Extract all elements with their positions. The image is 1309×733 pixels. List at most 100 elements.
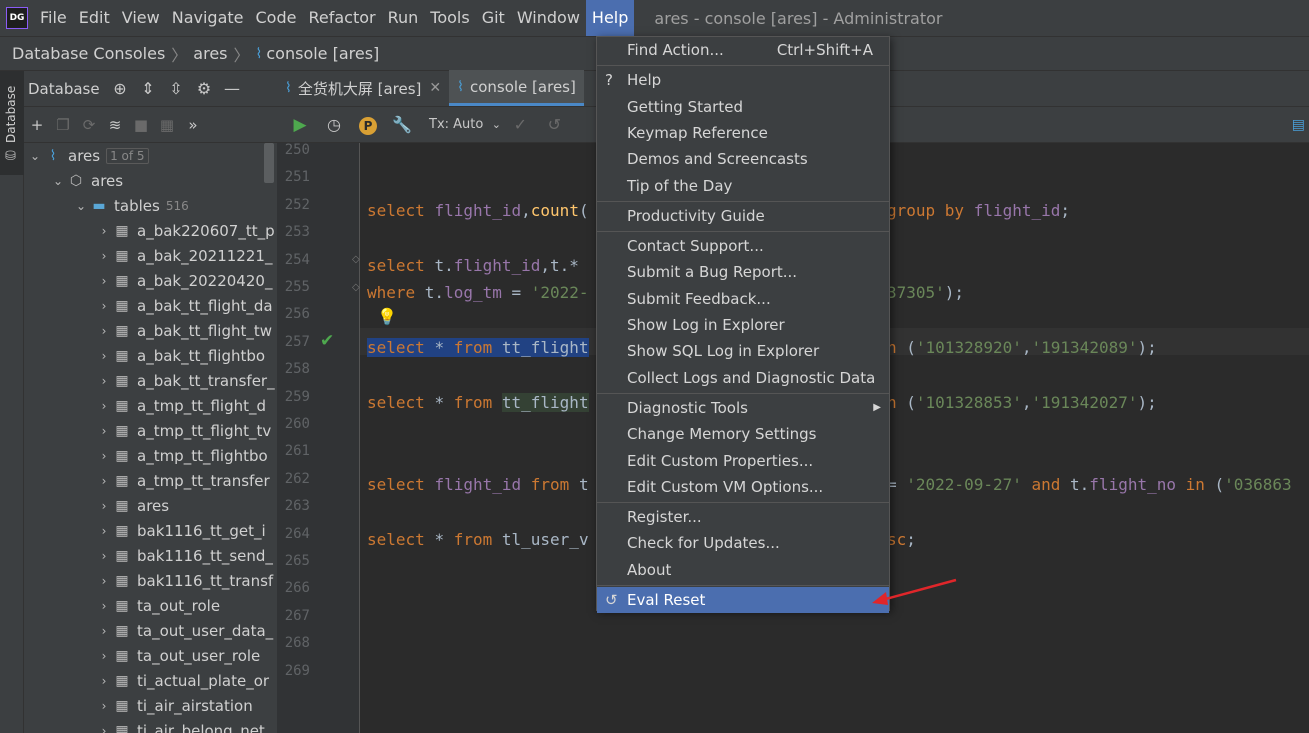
chevron-right-icon[interactable]: › bbox=[97, 324, 111, 338]
tab-console[interactable]: ⌇ console [ares] bbox=[449, 70, 584, 106]
chevron-down-icon[interactable]: ⌄ bbox=[51, 174, 65, 188]
menu-item-find-action[interactable]: Find Action... Ctrl+Shift+A bbox=[597, 37, 889, 63]
fold-icon[interactable]: ◇ bbox=[352, 254, 360, 265]
tree-item-table[interactable]: › ▦ a_bak_tt_flight_da bbox=[24, 293, 277, 318]
menu-item-eval-reset[interactable]: ↺ Eval Reset bbox=[597, 587, 889, 613]
menu-item-register[interactable]: Register... bbox=[597, 504, 889, 530]
tab-dashboard-console[interactable]: ⌇ 全货机大屏 [ares] ✕ bbox=[277, 70, 449, 106]
chevron-right-icon[interactable]: › bbox=[97, 549, 111, 563]
table-editor-icon[interactable]: ▦ bbox=[154, 116, 180, 134]
menu-item-change-memory-settings[interactable]: Change Memory Settings bbox=[597, 421, 889, 447]
chevron-right-icon[interactable]: › bbox=[97, 249, 111, 263]
menu-view[interactable]: View bbox=[116, 0, 166, 36]
menu-tools[interactable]: Tools bbox=[424, 0, 475, 36]
chevron-right-icon[interactable]: › bbox=[97, 724, 111, 733]
menu-item-edit-custom-properties[interactable]: Edit Custom Properties... bbox=[597, 448, 889, 474]
tree-item-table[interactable]: › ▦ ares bbox=[24, 493, 277, 518]
schema-icon[interactable]: ≋ bbox=[102, 116, 128, 134]
menu-item-help[interactable]: ? Help bbox=[597, 67, 889, 93]
tree-item-table[interactable]: › ▦ a_bak220607_tt_p bbox=[24, 218, 277, 243]
tx-mode-select[interactable]: Tx: Auto bbox=[429, 117, 483, 132]
minimize-icon[interactable]: — bbox=[218, 79, 246, 98]
menu-item-about[interactable]: About bbox=[597, 557, 889, 583]
chevron-down-icon[interactable]: ⌄ bbox=[28, 149, 42, 163]
tree-item-table[interactable]: › ▦ a_tmp_tt_transfer bbox=[24, 468, 277, 493]
chevron-down-icon[interactable]: ⌄ bbox=[74, 199, 88, 213]
chevron-right-icon[interactable]: › bbox=[97, 349, 111, 363]
menu-window[interactable]: Window bbox=[511, 0, 586, 36]
copy-icon[interactable]: ❐ bbox=[50, 116, 76, 134]
stop-icon[interactable]: ■ bbox=[128, 116, 154, 134]
chevron-right-icon[interactable]: › bbox=[97, 599, 111, 613]
menu-item-edit-custom-vm-options[interactable]: Edit Custom VM Options... bbox=[597, 474, 889, 500]
tree-item-table[interactable]: › ▦ ti_air_airstation bbox=[24, 693, 277, 718]
tree-item-table[interactable]: › ▦ a_tmp_tt_flight_d bbox=[24, 393, 277, 418]
menu-edit[interactable]: Edit bbox=[73, 0, 116, 36]
collapse-all-icon[interactable]: ⇳ bbox=[162, 79, 190, 98]
layout-icon[interactable]: ▤ bbox=[1292, 117, 1305, 133]
menu-item-submit-feedback[interactable]: Submit Feedback... bbox=[597, 286, 889, 312]
rollback-icon[interactable]: ↺ bbox=[537, 115, 571, 134]
menu-item-tip-of-the-day[interactable]: Tip of the Day bbox=[597, 173, 889, 199]
menu-item-show-sql-log-in-explorer[interactable]: Show SQL Log in Explorer bbox=[597, 338, 889, 364]
menu-git[interactable]: Git bbox=[476, 0, 511, 36]
tree-item-table[interactable]: › ▦ a_bak_tt_flight_tw bbox=[24, 318, 277, 343]
history-icon[interactable]: ◷ bbox=[317, 115, 351, 134]
menu-item-diagnostic-tools[interactable]: Diagnostic Tools ▶ bbox=[597, 395, 889, 421]
tree-item-schema[interactable]: ⌄ ⬡ ares bbox=[24, 168, 277, 193]
menu-refactor[interactable]: Refactor bbox=[302, 0, 381, 36]
menu-item-keymap-reference[interactable]: Keymap Reference bbox=[597, 120, 889, 146]
menu-file[interactable]: File bbox=[34, 0, 73, 36]
menu-item-collect-logs-and-diagnostic-data[interactable]: Collect Logs and Diagnostic Data bbox=[597, 365, 889, 391]
tree-item-table[interactable]: › ▦ ti_air_belong_net bbox=[24, 718, 277, 733]
tree-item-datasource[interactable]: ⌄ ⌇ ares 1 of 5 bbox=[24, 143, 277, 168]
menu-item-demos-and-screencasts[interactable]: Demos and Screencasts bbox=[597, 146, 889, 172]
tree-item-folder[interactable]: ⌄ ▬ tables 516 bbox=[24, 193, 277, 218]
tree-scrollbar[interactable] bbox=[264, 143, 274, 183]
close-icon[interactable]: ✕ bbox=[429, 80, 441, 96]
chevron-right-icon[interactable]: › bbox=[97, 674, 111, 688]
menu-item-submit-a-bug-report[interactable]: Submit a Bug Report... bbox=[597, 259, 889, 285]
tree-item-table[interactable]: › ▦ bak1116_tt_get_i bbox=[24, 518, 277, 543]
menu-code[interactable]: Code bbox=[250, 0, 303, 36]
chevron-right-icon[interactable]: › bbox=[97, 299, 111, 313]
expand-all-icon[interactable]: ⇕ bbox=[134, 79, 162, 98]
fold-icon[interactable]: ◇ bbox=[352, 282, 360, 293]
chevron-right-icon[interactable]: › bbox=[97, 499, 111, 513]
menu-item-check-for-updates[interactable]: Check for Updates... bbox=[597, 530, 889, 556]
chevron-right-icon[interactable]: › bbox=[97, 224, 111, 238]
tree-item-table[interactable]: › ▦ a_bak_20211221_ bbox=[24, 243, 277, 268]
chevron-right-icon[interactable]: › bbox=[97, 274, 111, 288]
tree-item-table[interactable]: › ▦ ta_out_role bbox=[24, 593, 277, 618]
menu-item-productivity-guide[interactable]: Productivity Guide bbox=[597, 203, 889, 229]
chevron-right-icon[interactable]: › bbox=[97, 624, 111, 638]
add-icon[interactable]: + bbox=[24, 116, 50, 134]
chevron-down-icon[interactable]: ⌄ bbox=[489, 118, 503, 131]
database-tool-button[interactable]: Database ⛁ bbox=[0, 71, 24, 175]
menu-item-show-log-in-explorer[interactable]: Show Log in Explorer bbox=[597, 312, 889, 338]
menu-run[interactable]: Run bbox=[382, 0, 425, 36]
wrench-icon[interactable]: 🔧 bbox=[385, 115, 419, 134]
chevron-right-icon[interactable]: › bbox=[97, 424, 111, 438]
tree-item-table[interactable]: › ▦ ta_out_user_role bbox=[24, 643, 277, 668]
tree-item-table[interactable]: › ▦ a_tmp_tt_flightbo bbox=[24, 443, 277, 468]
chevron-right-icon[interactable]: › bbox=[97, 474, 111, 488]
chevron-right-icon[interactable]: › bbox=[97, 399, 111, 413]
chevron-right-icon[interactable]: › bbox=[97, 699, 111, 713]
tree-item-table[interactable]: › ▦ ti_actual_plate_or bbox=[24, 668, 277, 693]
lightbulb-icon[interactable]: 💡 bbox=[377, 307, 397, 326]
breadcrumb-item-ares[interactable]: ares bbox=[193, 44, 227, 63]
tree-item-table[interactable]: › ▦ bak1116_tt_send_ bbox=[24, 543, 277, 568]
tree-item-table[interactable]: › ▦ ta_out_user_data_ bbox=[24, 618, 277, 643]
chevron-right-icon[interactable]: › bbox=[97, 449, 111, 463]
chevron-right-icon[interactable]: › bbox=[97, 524, 111, 538]
locate-icon[interactable]: ⊕ bbox=[106, 79, 134, 98]
tree-item-table[interactable]: › ▦ a_bak_tt_flightbo bbox=[24, 343, 277, 368]
menu-navigate[interactable]: Navigate bbox=[166, 0, 250, 36]
breadcrumb-item-console[interactable]: console [ares] bbox=[266, 44, 379, 63]
more-icon[interactable]: » bbox=[180, 116, 206, 134]
chevron-right-icon[interactable]: › bbox=[97, 374, 111, 388]
menu-item-getting-started[interactable]: Getting Started bbox=[597, 94, 889, 120]
breadcrumb-item-consoles[interactable]: Database Consoles bbox=[12, 44, 165, 63]
chevron-right-icon[interactable]: › bbox=[97, 649, 111, 663]
